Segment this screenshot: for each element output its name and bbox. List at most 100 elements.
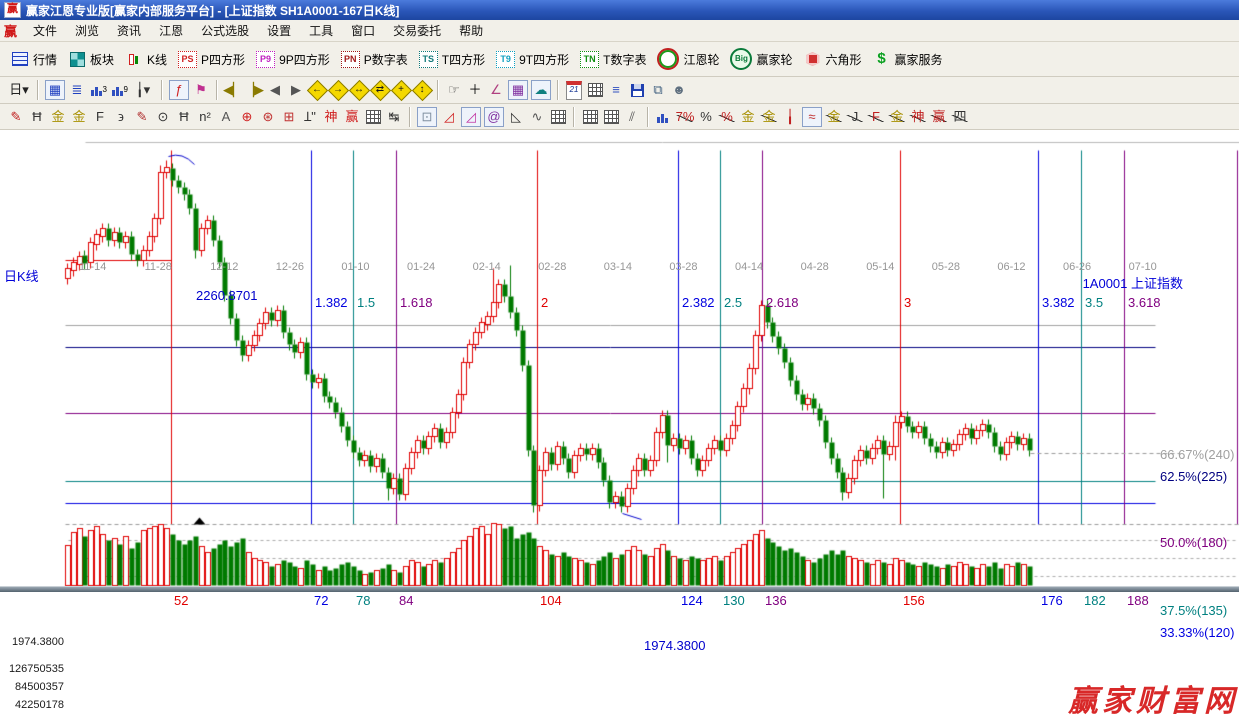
j-line-button[interactable]: J xyxy=(845,107,865,127)
grid-red-button[interactable]: ⊞ xyxy=(279,107,299,127)
diamond-expand2-button[interactable]: ↕ xyxy=(411,79,434,102)
gold-gann2-button[interactable]: 金 xyxy=(69,107,89,127)
diamond-compress-button[interactable]: ⇄ xyxy=(369,79,392,102)
angle-button[interactable]: ∠ xyxy=(486,80,506,100)
draw-brush2-button[interactable]: ✎ xyxy=(132,107,152,127)
gold-circle-button[interactable]: 金 xyxy=(738,107,758,127)
menu-item-8[interactable]: 交易委托 xyxy=(385,20,449,41)
si-line-button[interactable]: 四 xyxy=(950,107,970,127)
grid-purple-button[interactable] xyxy=(548,107,568,127)
candle-style-dropdown[interactable]: 日▾ xyxy=(6,80,32,100)
color-flag-button[interactable]: ⚑ xyxy=(191,80,211,100)
notepad-button[interactable]: ≡ xyxy=(606,80,626,100)
diamond-expand-button[interactable]: + xyxy=(390,79,413,102)
prev-button[interactable]: ◀ xyxy=(265,80,285,100)
9p-square-button[interactable]: P9 9P四方形 xyxy=(251,49,335,70)
kline-button[interactable]: K线 xyxy=(120,48,172,70)
n-square-button[interactable]: n² xyxy=(195,107,215,127)
winner-wheel-button[interactable]: Big 赢家轮 xyxy=(725,46,797,72)
wave-button[interactable]: ∿ xyxy=(527,107,547,127)
candle-flag-button[interactable]: ╽ xyxy=(780,107,800,127)
calculator-button[interactable] xyxy=(585,80,605,100)
single-candle-dropdown[interactable]: ╽▾ xyxy=(130,80,156,100)
k-note-button[interactable]: Ʇ" xyxy=(300,107,320,127)
gold-line-button[interactable]: 金 xyxy=(759,107,779,127)
f-line-button[interactable]: F xyxy=(866,107,886,127)
grid-b-button[interactable] xyxy=(601,107,621,127)
user-button[interactable]: ☻ xyxy=(669,80,689,100)
ying-line-button[interactable]: 赢 xyxy=(929,107,949,127)
menu-item-0[interactable]: 文件 xyxy=(25,20,65,41)
calculator-icon xyxy=(586,81,604,99)
web-red-button[interactable]: ⊛ xyxy=(258,107,278,127)
menu-item-1[interactable]: 浏览 xyxy=(67,20,107,41)
sector-blocks-icon xyxy=(68,50,86,68)
winner-service-button[interactable]: $ 赢家服务 xyxy=(868,48,948,70)
chart-window-button[interactable]: ▦ xyxy=(44,79,66,101)
fan-black-button[interactable]: ◺ xyxy=(506,107,526,127)
box-tool-button[interactable]: ⊡ xyxy=(416,106,438,128)
menu-item-4[interactable]: 公式选股 xyxy=(193,20,257,41)
bars-3-button[interactable]: 3 xyxy=(88,80,108,100)
width-adjust-button[interactable]: ↹ xyxy=(384,107,404,127)
fan-red-button[interactable]: ◿ xyxy=(439,107,459,127)
quote-doc-button[interactable]: ≣ xyxy=(67,80,87,100)
export-button[interactable]: ⧉ xyxy=(648,80,668,100)
wave-box-button[interactable]: ≈ xyxy=(801,106,823,128)
gann-3-button[interactable]: ϶ xyxy=(111,107,131,127)
9t-square-button[interactable]: T9 9T四方形 xyxy=(491,49,574,70)
p-number-table-button[interactable]: PN P数字表 xyxy=(336,49,413,70)
menu-item-3[interactable]: 江恩 xyxy=(151,20,191,41)
cloud-button[interactable]: ☁ xyxy=(530,79,552,101)
t-square-button[interactable]: TS T四方形 xyxy=(414,49,490,70)
shen-line-button[interactable]: 神 xyxy=(908,107,928,127)
fan-box-red-button[interactable]: ◿ xyxy=(460,106,482,128)
calendar-button[interactable]: 21 xyxy=(564,80,584,100)
next-button[interactable]: ▶ xyxy=(286,80,306,100)
gann-f-button[interactable]: F xyxy=(90,107,110,127)
diamond-hspan-button[interactable]: ↔ xyxy=(348,79,371,102)
p-square-button[interactable]: PS P四方形 xyxy=(173,49,250,70)
erase-angle-button[interactable]: A xyxy=(216,107,236,127)
last-page-button[interactable]: ▕▶ xyxy=(244,80,264,100)
pct-button[interactable]: % xyxy=(696,107,716,127)
pct-line-button[interactable]: 7% xyxy=(675,107,695,127)
grid-123-button[interactable] xyxy=(363,107,383,127)
diamond-left-button[interactable]: ← xyxy=(306,79,329,102)
hexagon-button[interactable]: 六角形 xyxy=(799,48,867,70)
menu-item-9[interactable]: 帮助 xyxy=(451,20,491,41)
menu-item-5[interactable]: 设置 xyxy=(259,20,299,41)
ruler-hatch-button[interactable]: Ħ xyxy=(27,107,47,127)
menu-item-7[interactable]: 窗口 xyxy=(343,20,383,41)
first-page-button[interactable]: ◀▏ xyxy=(223,80,243,100)
ruler2-button[interactable]: Ħ xyxy=(174,107,194,127)
menu-item-2[interactable]: 资讯 xyxy=(109,20,149,41)
save-button[interactable] xyxy=(627,80,647,100)
draw-brush-button[interactable]: ✎ xyxy=(6,107,26,127)
title-bar[interactable]: 赢 赢家江恩专业版[赢家内部服务平台] - [上证指数 SH1A0001-167… xyxy=(0,0,1239,20)
gann-ying-button[interactable]: 赢 xyxy=(342,107,362,127)
clock-circle-button[interactable]: ⊙ xyxy=(153,107,173,127)
gold-gann-button[interactable]: 金 xyxy=(48,107,68,127)
bars-9-button[interactable]: 9 xyxy=(109,80,129,100)
gold-line2-button[interactable]: 金 xyxy=(824,107,844,127)
target-red-button[interactable]: ⊕ xyxy=(237,107,257,127)
spiral-box-button[interactable]: @ xyxy=(483,106,505,128)
kline-chart-canvas[interactable] xyxy=(0,130,1239,592)
grid-a-button[interactable] xyxy=(580,107,600,127)
pct-red-button[interactable]: % xyxy=(717,107,737,127)
menu-item-6[interactable]: 工具 xyxy=(301,20,341,41)
gold-line3-button[interactable]: 金 xyxy=(887,107,907,127)
t-number-table-button[interactable]: TN T数字表 xyxy=(575,49,651,70)
sectors-button[interactable]: 板块 xyxy=(63,48,119,70)
gann-shen-button[interactable]: 神 xyxy=(321,107,341,127)
gann-wheel-button[interactable]: 江恩轮 xyxy=(652,46,724,72)
stat-bars-button[interactable] xyxy=(654,107,674,127)
crosshair-button[interactable]: ＋ xyxy=(465,80,485,100)
market-quotes-button[interactable]: 行情 xyxy=(6,48,62,70)
diamond-right-button[interactable]: → xyxy=(327,79,350,102)
hand-button[interactable]: ☞ xyxy=(444,80,464,100)
lines3-button[interactable]: ⫽ xyxy=(622,107,642,127)
formula-button[interactable]: ƒ xyxy=(168,79,190,101)
gann-grid-button[interactable]: ▦ xyxy=(507,79,529,101)
